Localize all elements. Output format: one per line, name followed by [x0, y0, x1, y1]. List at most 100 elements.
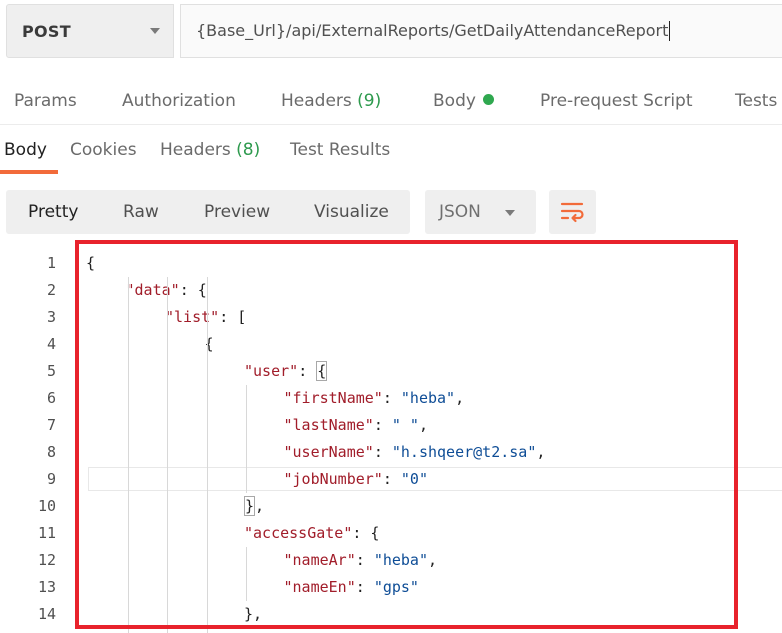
- format-label: JSON: [439, 202, 481, 222]
- code-line: 5 "user": {: [0, 358, 782, 385]
- json-string: "heba": [373, 551, 428, 569]
- text-caret: [669, 21, 671, 42]
- code-line: 1{: [0, 250, 782, 277]
- tab-cookies[interactable]: Cookies: [70, 140, 137, 160]
- line-number: 3: [46, 308, 56, 326]
- json-string: "h.shqeer@t2.sa": [391, 443, 537, 461]
- tab-authorization[interactable]: Authorization: [122, 91, 236, 111]
- request-url-bar: POST {Base_Url}/api/ExternalReports/GetD…: [0, 0, 782, 62]
- json-key: "nameAr": [283, 551, 356, 569]
- json-key: "jobNumber": [283, 470, 383, 488]
- code-line: 13 "nameEn": "gps": [0, 574, 782, 601]
- json-string: "0": [400, 470, 428, 488]
- indent-guide: [206, 277, 208, 633]
- line-number: 2: [46, 281, 56, 299]
- chevron-down-icon: [505, 210, 515, 216]
- tab-response-headers[interactable]: Headers (8): [160, 140, 260, 160]
- indent-guide: [127, 277, 129, 633]
- json-punctuation: :: [355, 578, 374, 596]
- json-punctuation: :: [373, 416, 392, 434]
- json-string: " ": [391, 416, 419, 434]
- json-punctuation: : [: [219, 308, 247, 326]
- code-text: "accessGate": {: [244, 524, 379, 542]
- tab-tests[interactable]: Tests: [735, 91, 777, 111]
- json-key: "userName": [283, 443, 374, 461]
- tab-params[interactable]: Params: [14, 91, 77, 111]
- tab-pre-request-label: Pre-request Script: [540, 91, 693, 111]
- line-number: 13: [37, 578, 56, 596]
- code-text: "lastName": " ",: [284, 416, 429, 434]
- line-number: 10: [37, 497, 56, 515]
- tab-test-results-label: Test Results: [290, 140, 391, 160]
- json-string: "heba": [400, 389, 456, 407]
- code-text: "nameEn": "gps": [284, 578, 419, 596]
- wrap-lines-button[interactable]: [549, 190, 596, 234]
- json-key: "list": [165, 308, 220, 326]
- json-punctuation: {: [316, 361, 328, 381]
- indent-guide: [246, 385, 247, 493]
- json-key: "data": [125, 281, 180, 299]
- json-string: "gps": [373, 578, 419, 596]
- json-key: "firstName": [283, 389, 383, 407]
- json-punctuation: }: [244, 605, 254, 623]
- view-preview-button[interactable]: Preview: [204, 202, 270, 222]
- json-key: "accessGate": [244, 524, 353, 542]
- json-punctuation: {: [86, 254, 96, 272]
- tab-cookies-label: Cookies: [70, 140, 137, 160]
- tab-headers-label: Headers: [281, 91, 352, 111]
- code-line: 8 "userName": "h.shqeer@t2.sa",: [0, 439, 782, 466]
- code-text: {: [86, 254, 95, 272]
- line-number: 9: [46, 470, 56, 488]
- line-number: 14: [37, 605, 56, 623]
- tab-response-body[interactable]: Body: [4, 140, 47, 160]
- tab-body-label: Body: [433, 91, 476, 111]
- code-line: 9 "jobNumber": "0": [0, 466, 782, 493]
- format-select[interactable]: JSON: [425, 190, 536, 234]
- tab-body[interactable]: Body: [433, 91, 494, 111]
- code-line: 6 "firstName": "heba",: [0, 385, 782, 412]
- json-key: "nameEn": [283, 578, 356, 596]
- json-punctuation: ,: [253, 605, 263, 623]
- json-punctuation: :: [382, 389, 401, 407]
- code-text: "firstName": "heba",: [284, 389, 465, 407]
- code-line: 2 "data": {: [0, 277, 782, 304]
- view-visualize-button[interactable]: Visualize: [314, 202, 389, 222]
- response-body-editor[interactable]: 1{2 "data": {3 "list": [4{5 "user": {6 "firs…: [0, 250, 782, 633]
- tab-pre-request-script[interactable]: Pre-request Script: [540, 91, 693, 111]
- line-number: 4: [46, 335, 56, 353]
- line-number: 8: [46, 443, 56, 461]
- view-pretty-button[interactable]: Pretty: [28, 202, 78, 222]
- json-punctuation: : {: [179, 281, 207, 299]
- json-punctuation: :: [382, 470, 401, 488]
- json-punctuation: }: [244, 496, 256, 516]
- code-line: 10},: [0, 493, 782, 520]
- json-punctuation: ,: [455, 389, 465, 407]
- line-number: 1: [46, 254, 56, 272]
- code-text: },: [244, 496, 265, 516]
- json-punctuation: ,: [255, 497, 265, 515]
- code-text: "user": {: [244, 361, 328, 381]
- method-select[interactable]: POST: [6, 4, 174, 58]
- line-number: 6: [46, 389, 56, 407]
- line-number: 5: [46, 362, 56, 380]
- tab-response-body-label: Body: [4, 140, 47, 160]
- tab-headers[interactable]: Headers (9): [281, 91, 381, 111]
- indent-guide: [167, 277, 168, 633]
- line-number: 11: [37, 524, 56, 542]
- wrap-lines-icon: [560, 202, 584, 223]
- tab-test-results[interactable]: Test Results: [290, 140, 390, 160]
- method-label: POST: [22, 21, 71, 41]
- json-punctuation: :: [298, 362, 317, 380]
- request-tabs: Params Authorization Headers (9) Body Pr…: [0, 80, 782, 125]
- code-line: 12 "nameAr": "heba",: [0, 547, 782, 574]
- view-raw-button[interactable]: Raw: [123, 202, 159, 222]
- code-line: 14},: [0, 601, 782, 628]
- line-number: 12: [37, 551, 56, 569]
- line-number: 7: [46, 416, 56, 434]
- body-indicator-dot-icon: [482, 94, 494, 105]
- url-input[interactable]: {Base_Url}/api/ExternalReports/GetDailyA…: [180, 4, 782, 58]
- active-tab-underline: [0, 170, 58, 174]
- response-tabs: Body Cookies Headers (8) Test Results: [0, 130, 782, 174]
- code-line: 4{: [0, 331, 782, 358]
- json-punctuation: ,: [428, 551, 438, 569]
